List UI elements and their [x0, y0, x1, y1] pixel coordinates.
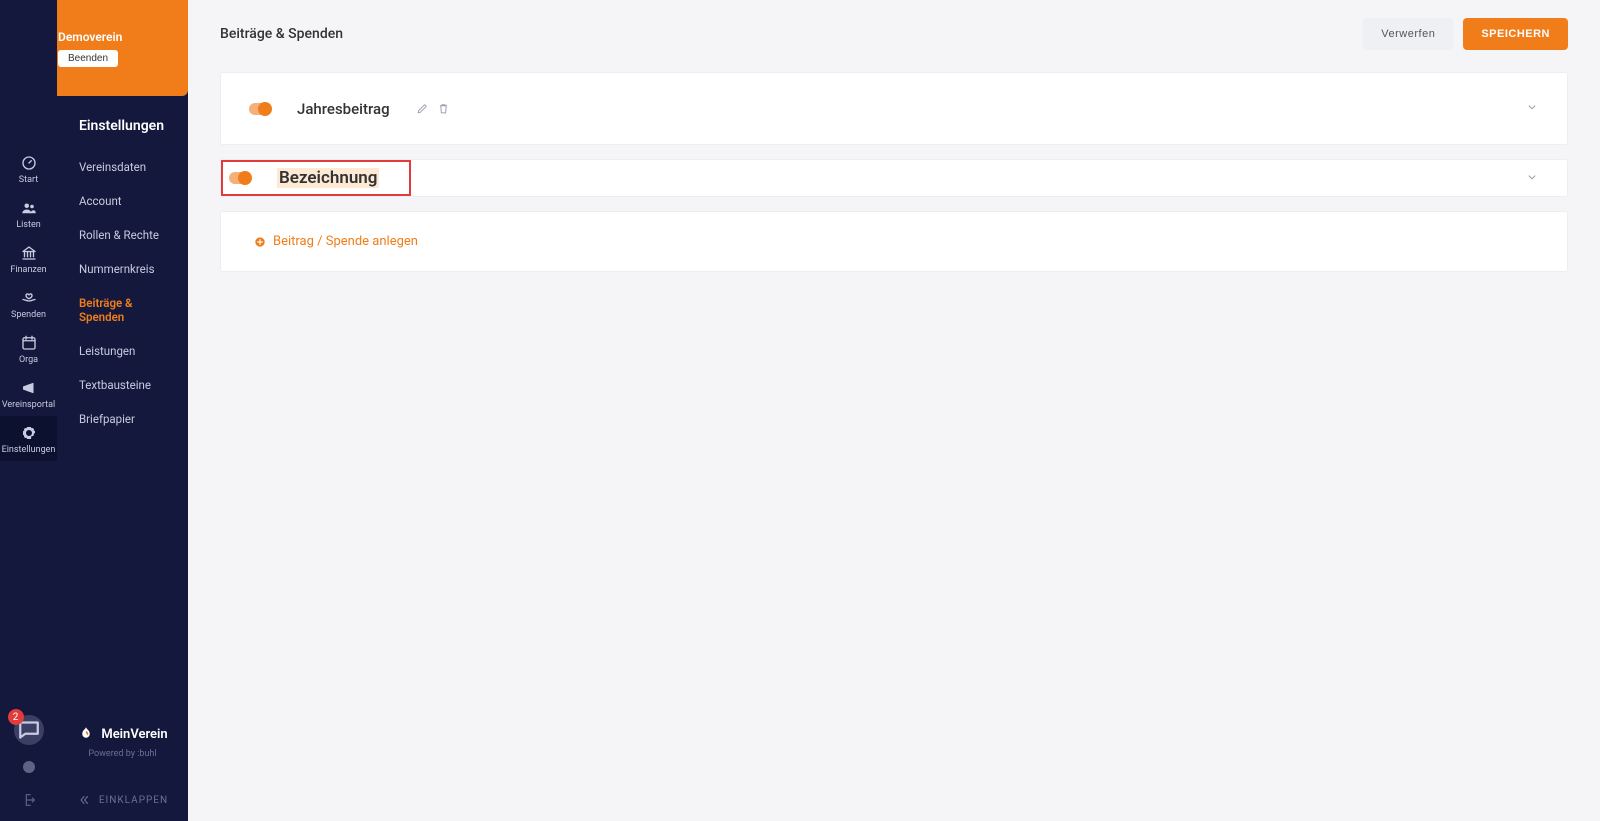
rail-item-vereinsportal[interactable]: Vereinsportal: [0, 371, 57, 416]
dashboard-icon: [20, 154, 38, 172]
toggle-bezeichnung[interactable]: [229, 172, 251, 184]
icon-rail: Start Listen Finanzen Spenden Orga Verei…: [0, 0, 57, 821]
powered-by: Powered by :buhl: [88, 749, 156, 759]
logout-button[interactable]: [21, 792, 37, 811]
submenu-item-textbausteine[interactable]: Textbausteine: [79, 368, 168, 402]
brand-icon: [77, 725, 95, 743]
submenu-item-nummernkreis[interactable]: Nummernkreis: [79, 252, 168, 286]
rail-label: Einstellungen: [2, 445, 56, 455]
rail-item-finanzen[interactable]: Finanzen: [0, 236, 57, 281]
chat-badge-count: 2: [8, 709, 24, 725]
submenu-item-rollen[interactable]: Rollen & Rechte: [79, 218, 168, 252]
main: Beiträge & Spenden Verwerfen SPEICHERN J…: [188, 0, 1600, 821]
contribution-title-editable[interactable]: Bezeichnung: [277, 168, 379, 188]
discard-button[interactable]: Verwerfen: [1363, 18, 1453, 50]
rail-label: Finanzen: [10, 265, 46, 275]
add-contribution-label: Beitrag / Spende anlegen: [273, 234, 418, 249]
contribution-card-jahresbeitrag: Jahresbeitrag: [220, 72, 1568, 145]
chevron-down-icon: [1525, 170, 1539, 184]
contribution-card-bezeichnung: Bezeichnung: [220, 159, 1568, 197]
contribution-title: Jahresbeitrag: [297, 100, 390, 118]
chevron-down-icon: [1525, 100, 1539, 114]
submenu: Demoverein Beenden Einstellungen Vereins…: [57, 0, 188, 821]
highlighted-area: Bezeichnung: [221, 160, 411, 196]
rail-label: Orga: [19, 355, 38, 365]
chevrons-left-icon: [77, 793, 91, 807]
plus-circle-icon: [253, 235, 267, 249]
megaphone-icon: [20, 379, 38, 397]
submenu-title: Einstellungen: [79, 118, 168, 134]
expand-button[interactable]: [1525, 169, 1539, 188]
exit-button[interactable]: Beenden: [58, 50, 118, 67]
page-title: Beiträge & Spenden: [220, 26, 343, 42]
rail-item-spenden[interactable]: Spenden: [0, 281, 57, 326]
submenu-item-briefpapier[interactable]: Briefpapier: [79, 402, 168, 436]
topbar: Beiträge & Spenden Verwerfen SPEICHERN: [188, 0, 1600, 60]
logout-icon: [21, 792, 37, 808]
rail-item-einstellungen[interactable]: Einstellungen: [0, 416, 57, 461]
submenu-item-vereinsdaten[interactable]: Vereinsdaten: [79, 150, 168, 184]
rail-label: Spenden: [11, 310, 46, 320]
gear-icon: [20, 424, 38, 442]
people-icon: [20, 199, 38, 217]
rail-item-start[interactable]: Start: [0, 146, 57, 191]
rail-item-listen[interactable]: Listen: [0, 191, 57, 236]
collapse-label: EINKLAPPEN: [99, 795, 168, 806]
brand-label: MeinVerein: [101, 727, 167, 742]
org-name: Demoverein: [58, 30, 122, 44]
collapse-button[interactable]: EINKLAPPEN: [77, 793, 168, 807]
bank-icon: [20, 244, 38, 262]
expand-button[interactable]: [1525, 99, 1539, 118]
add-contribution-button[interactable]: Beitrag / Spende anlegen: [249, 234, 1539, 249]
add-contribution-card: Beitrag / Spende anlegen: [220, 211, 1568, 272]
rail-item-orga[interactable]: Orga: [0, 326, 57, 371]
chat-button[interactable]: 2: [14, 715, 44, 745]
submenu-item-leistungen[interactable]: Leistungen: [79, 334, 168, 368]
info-icon: [21, 759, 37, 775]
submenu-item-beitraege[interactable]: Beiträge & Spenden: [79, 286, 168, 334]
submenu-item-account[interactable]: Account: [79, 184, 168, 218]
brand: MeinVerein: [77, 725, 167, 743]
toggle-jahresbeitrag[interactable]: [249, 103, 271, 115]
help-button[interactable]: [21, 759, 37, 778]
trash-icon[interactable]: [437, 102, 450, 115]
pencil-icon[interactable]: [416, 102, 429, 115]
save-button[interactable]: SPEICHERN: [1463, 18, 1568, 50]
rail-label: Vereinsportal: [2, 400, 55, 410]
calendar-icon: [20, 334, 38, 352]
heart-hands-icon: [20, 289, 38, 307]
rail-label: Listen: [16, 220, 40, 230]
rail-label: Start: [19, 175, 38, 185]
